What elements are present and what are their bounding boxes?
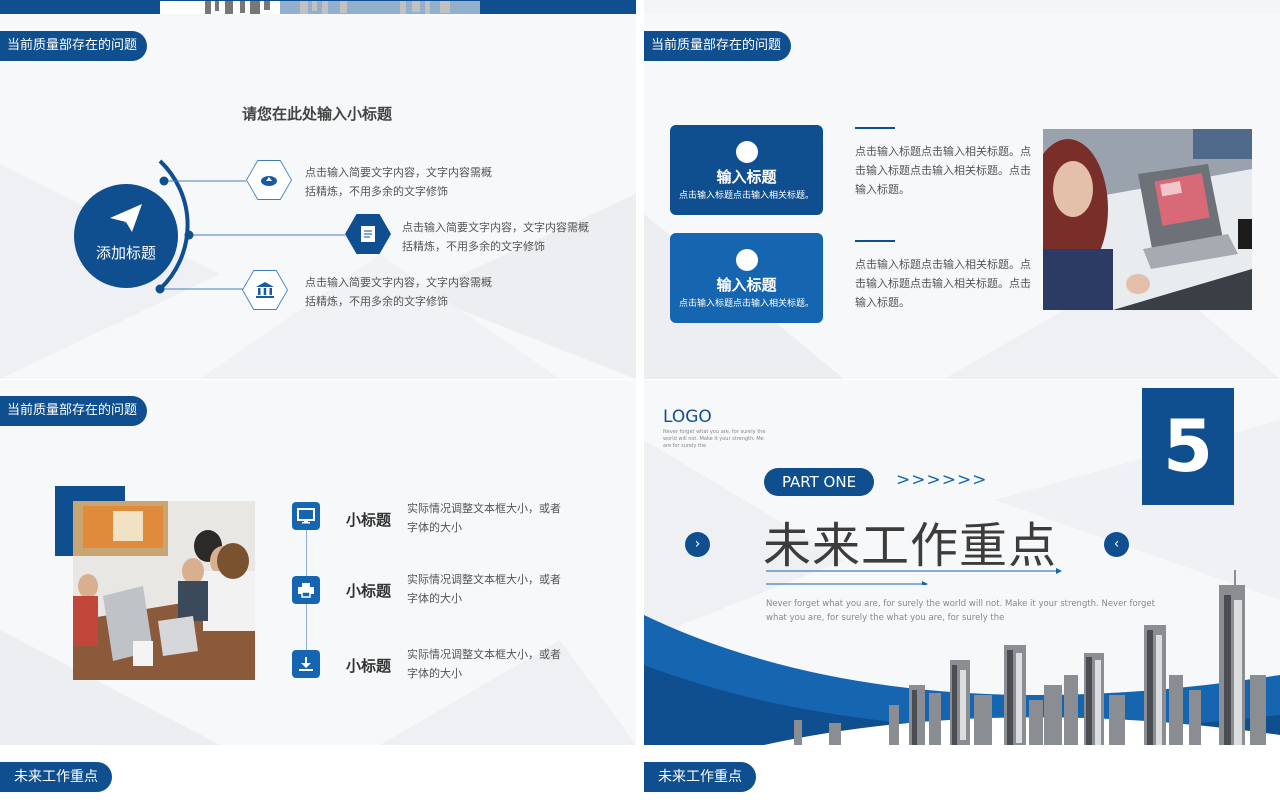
logo: LOGO	[663, 407, 712, 427]
item-title-2: 小标题	[346, 582, 392, 600]
center-circle: 添加标题	[74, 184, 178, 288]
city-skyline-icon	[160, 1, 480, 14]
part-pill: PART ONE	[764, 468, 874, 496]
item-title-3: 小标题	[346, 657, 392, 675]
section-tag: 未来工作重点	[644, 762, 756, 792]
slide-1: 当前质量部存在的问题 请您在此处输入小标题 添加标题 点击输入简要文字内容，文字…	[0, 14, 636, 379]
slide-5: 未来工作重点	[0, 746, 636, 800]
prev-slide-strip-left	[0, 0, 636, 14]
section-tag: 当前质量部存在的问题	[0, 396, 148, 426]
item-text-3: 点击输入简要文字内容，文字内容需概 括精炼，不用多余的文字修饰	[305, 276, 492, 308]
paper-plane-icon	[110, 204, 142, 232]
circle-icon	[735, 141, 758, 163]
download-icon	[292, 650, 320, 678]
item-desc-3: 实际情况调整文本框大小，或者 字体的大小	[407, 648, 561, 680]
prev-slide-strip-right	[644, 0, 1280, 14]
city-skyline-icon	[644, 570, 1280, 745]
item-desc-1: 实际情况调整文本框大小，或者 字体的大小	[407, 502, 561, 534]
slide-2: 当前质量部存在的问题 输入标题 点击输入标题点击输入相关标题。 输入标题 点击输…	[644, 14, 1280, 379]
slide-4: LOGO Never forget what you are, for sure…	[644, 380, 1280, 745]
chevrons: >>>>>>	[896, 470, 988, 490]
office-photo	[1043, 129, 1252, 310]
section-tag: 未来工作重点	[0, 762, 112, 792]
logo-tagline: Never forget what you are, for surely th…	[663, 429, 766, 449]
item-desc-2: 实际情况调整文本框大小，或者 字体的大小	[407, 573, 561, 605]
circle-icon	[735, 249, 758, 271]
section-tag: 当前质量部存在的问题	[644, 31, 792, 61]
next-arrow-button[interactable]: ›	[685, 532, 710, 557]
para-1: 点击输入标题点击输入相关标题。点 击输入标题点击输入相关标题。点击 输入标题。	[855, 145, 1031, 196]
meeting-photo	[73, 501, 255, 680]
prev-arrow-button[interactable]: ‹	[1104, 532, 1129, 557]
divider-2	[855, 240, 895, 242]
section-tag: 当前质量部存在的问题	[0, 31, 148, 61]
subtitle: 请您在此处输入小标题	[242, 105, 393, 123]
item-text-2: 点击输入简要文字内容，文字内容需概 括精炼，不用多余的文字修饰	[402, 221, 589, 253]
printer-icon	[292, 576, 320, 604]
slide-6: 未来工作重点	[644, 746, 1280, 800]
slide-sheet: 当前质量部存在的问题 请您在此处输入小标题 添加标题 点击输入简要文字内容，文字…	[0, 0, 1280, 800]
item-title-1: 小标题	[346, 511, 392, 529]
monitor-icon	[292, 502, 320, 530]
info-card-2: 输入标题 点击输入标题点击输入相关标题。	[670, 233, 823, 323]
center-label: 添加标题	[95, 244, 156, 262]
divider-1	[855, 127, 895, 129]
item-text-1: 点击输入简要文字内容，文字内容需概 括精炼，不用多余的文字修饰	[305, 166, 492, 198]
slide-3: 当前质量部存在的问题 小标题 实际情况调整文本框大小，或者 字体的大小 小标题 …	[0, 380, 636, 745]
para-2: 点击输入标题点击输入相关标题。点 击输入标题点击输入相关标题。点击 输入标题。	[855, 258, 1031, 309]
info-card-1: 输入标题 点击输入标题点击输入相关标题。	[670, 125, 823, 215]
number-box: 5	[1142, 388, 1234, 505]
